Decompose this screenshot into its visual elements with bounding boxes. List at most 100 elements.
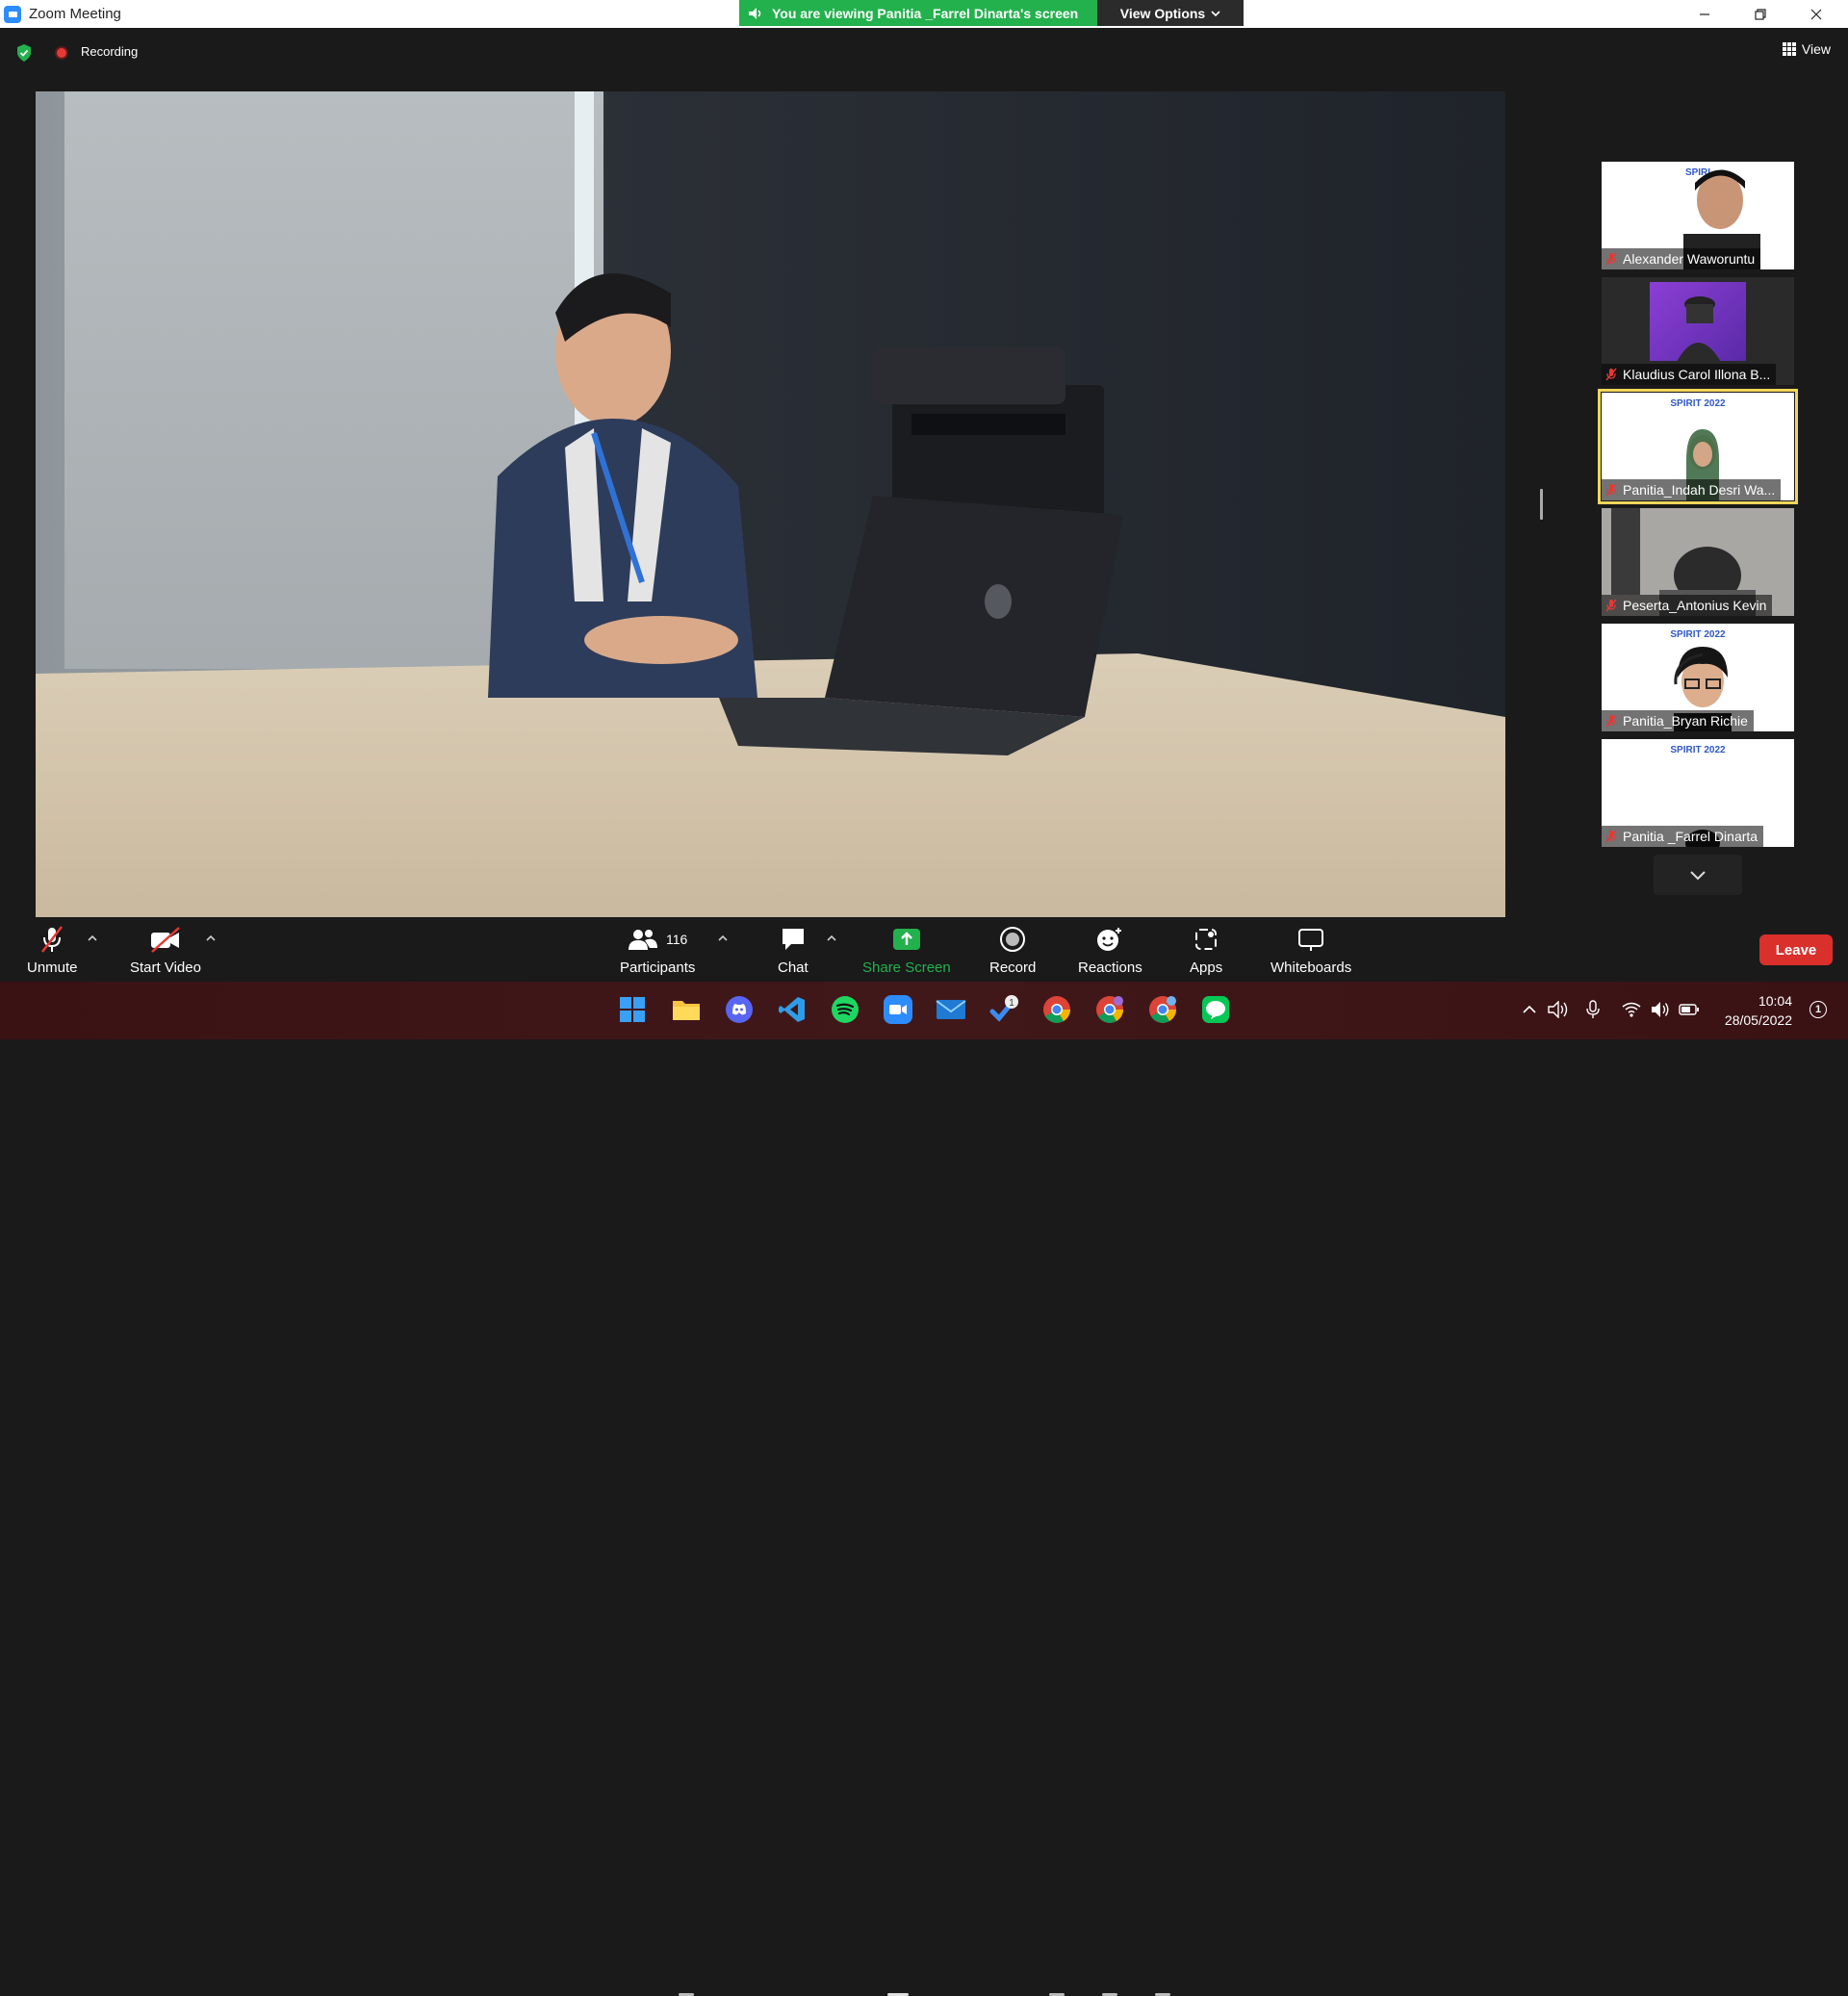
todo-badge: 1 <box>1009 998 1014 1009</box>
participant-name-bar: Klaudius Carol Illona B... <box>1602 364 1777 385</box>
volume-icon[interactable] <box>1650 997 1671 1022</box>
share-banner-text: You are viewing Panitia _Farrel Dinarta'… <box>772 5 1079 21</box>
slide-header: SPIRIT 2022 <box>1602 393 1794 414</box>
chat-label: Chat <box>778 960 808 976</box>
close-button[interactable] <box>1788 0 1844 28</box>
grid-icon <box>1782 42 1796 56</box>
participant-tile-active-speaker[interactable]: SPIRIT 2022 Panitia_Indah Desri Wa... <box>1598 389 1798 504</box>
minimize-icon <box>1700 13 1709 15</box>
minimize-button[interactable] <box>1677 0 1732 28</box>
show-hidden-icons-chevron-icon[interactable] <box>1519 997 1540 1022</box>
leave-button[interactable]: Leave <box>1759 934 1833 965</box>
chrome-icon[interactable] <box>1041 994 1072 1025</box>
muted-mic-icon <box>1605 714 1617 728</box>
apps-button[interactable]: Apps <box>1190 925 1222 976</box>
chat-button[interactable]: Chat <box>778 925 808 976</box>
record-button[interactable]: Record <box>989 925 1036 976</box>
line-icon[interactable] <box>1200 994 1231 1025</box>
whiteboard-icon <box>1298 929 1324 951</box>
slide-title: SPIRIT 2022 <box>1670 744 1726 755</box>
slide-header: SPIRIT 2022 <box>1602 739 1794 760</box>
chevron-down-icon <box>1690 871 1706 881</box>
recording-indicator-icon[interactable] <box>55 46 68 60</box>
participant-tile[interactable]: SPIRIT 2022 Panitia_Bryan Richie <box>1602 624 1794 731</box>
view-button[interactable]: View <box>1782 41 1831 57</box>
chevron-down-icon <box>1211 10 1220 16</box>
audio-output-icon[interactable] <box>1548 997 1569 1022</box>
muted-mic-icon <box>1605 830 1617 843</box>
system-clock[interactable]: 10:04 28/05/2022 <box>1725 991 1792 1030</box>
video-options-caret-icon[interactable] <box>205 933 217 944</box>
restore-button[interactable] <box>1732 0 1788 28</box>
unmute-button[interactable]: Unmute <box>27 925 78 976</box>
participant-tile[interactable]: SPIRIT 2022 Panitia _Farrel Dinarta <box>1602 739 1794 847</box>
slide-title: SPIRIT 2022 <box>1670 628 1726 640</box>
mail-icon[interactable] <box>936 994 966 1025</box>
scroll-participants-down-button[interactable] <box>1654 855 1742 895</box>
chrome-icon[interactable] <box>1094 994 1125 1025</box>
share-screen-button[interactable]: Share Screen <box>862 925 951 976</box>
participant-name: Klaudius Carol Illona B... <box>1623 367 1771 382</box>
windows-start-icon[interactable] <box>617 994 648 1025</box>
participant-name-bar: Panitia _Farrel Dinarta <box>1602 826 1764 847</box>
record-icon <box>1000 927 1026 952</box>
start-video-button[interactable]: Start Video <box>130 925 201 976</box>
chat-options-caret-icon[interactable] <box>826 933 837 944</box>
muted-mic-icon <box>41 926 64 953</box>
shield-icon[interactable] <box>15 43 33 63</box>
audio-options-caret-icon[interactable] <box>87 933 98 944</box>
muted-mic-icon <box>1605 483 1617 497</box>
zoom-app-icon <box>4 5 21 23</box>
chat-icon <box>782 929 804 950</box>
todo-icon[interactable]: 1 <box>988 994 1019 1025</box>
video-off-icon <box>150 927 180 953</box>
apps-label: Apps <box>1190 960 1223 976</box>
participants-button[interactable]: 116 Participants <box>620 925 695 976</box>
speaker-icon <box>749 7 761 19</box>
whiteboards-button[interactable]: Whiteboards <box>1270 925 1351 976</box>
unmute-label: Unmute <box>27 960 78 976</box>
video-laptop <box>719 496 1123 755</box>
main-video-feed <box>36 91 1505 917</box>
muted-mic-icon <box>1605 599 1617 612</box>
microphone-icon[interactable] <box>1582 997 1604 1022</box>
notification-badge[interactable]: 1 <box>1810 1001 1827 1018</box>
participant-name: Panitia_Indah Desri Wa... <box>1623 482 1776 498</box>
screen-share-banner: You are viewing Panitia _Farrel Dinarta'… <box>739 0 1097 26</box>
spotify-icon[interactable] <box>830 994 860 1025</box>
participant-name-bar: Peserta_Antonius Kevin <box>1602 595 1773 616</box>
participants-count: 116 <box>666 932 688 947</box>
participants-options-caret-icon[interactable] <box>717 933 729 944</box>
meeting-top-strip: Recording View <box>0 28 1848 76</box>
share-screen-icon <box>892 929 920 950</box>
chrome-icon[interactable] <box>1147 994 1178 1025</box>
close-icon <box>1810 9 1822 19</box>
reactions-label: Reactions <box>1078 960 1142 976</box>
clock-time: 10:04 <box>1758 993 1792 1009</box>
participant-tile[interactable]: Peserta_Antonius Kevin <box>1602 508 1794 616</box>
participants-label: Participants <box>620 960 696 976</box>
muted-mic-icon <box>1605 368 1617 381</box>
view-options-button[interactable]: View Options <box>1097 0 1244 26</box>
participant-name: Alexander Waworuntu <box>1623 251 1756 267</box>
share-screen-label: Share Screen <box>862 960 951 976</box>
participant-name-bar: Alexander Waworuntu <box>1602 248 1761 269</box>
participant-name: Peserta_Antonius Kevin <box>1623 598 1767 613</box>
reactions-button[interactable]: Reactions <box>1078 925 1142 976</box>
windows-taskbar: 1 10:04 28/05/2022 1 <box>0 982 1848 1996</box>
meeting-controls-toolbar: Unmute Start Video 116 Participants Chat… <box>0 917 1848 982</box>
muted-mic-icon <box>1605 252 1617 266</box>
apps-icon <box>1195 929 1218 950</box>
participant-tile[interactable]: Klaudius Carol Illona B... <box>1602 277 1794 385</box>
file-explorer-icon[interactable] <box>671 994 702 1025</box>
panel-resize-handle[interactable] <box>1540 489 1543 520</box>
discord-icon[interactable] <box>724 994 755 1025</box>
wifi-icon[interactable] <box>1621 997 1642 1022</box>
restore-icon <box>1755 8 1766 20</box>
view-label: View <box>1801 41 1831 57</box>
zoom-taskbar-icon[interactable] <box>883 994 913 1025</box>
vscode-icon[interactable] <box>777 994 808 1025</box>
participant-tile[interactable]: SPIRI Alexander Waworuntu <box>1602 162 1794 269</box>
battery-icon[interactable] <box>1679 997 1700 1022</box>
slide-title: SPIRIT 2022 <box>1670 397 1726 409</box>
